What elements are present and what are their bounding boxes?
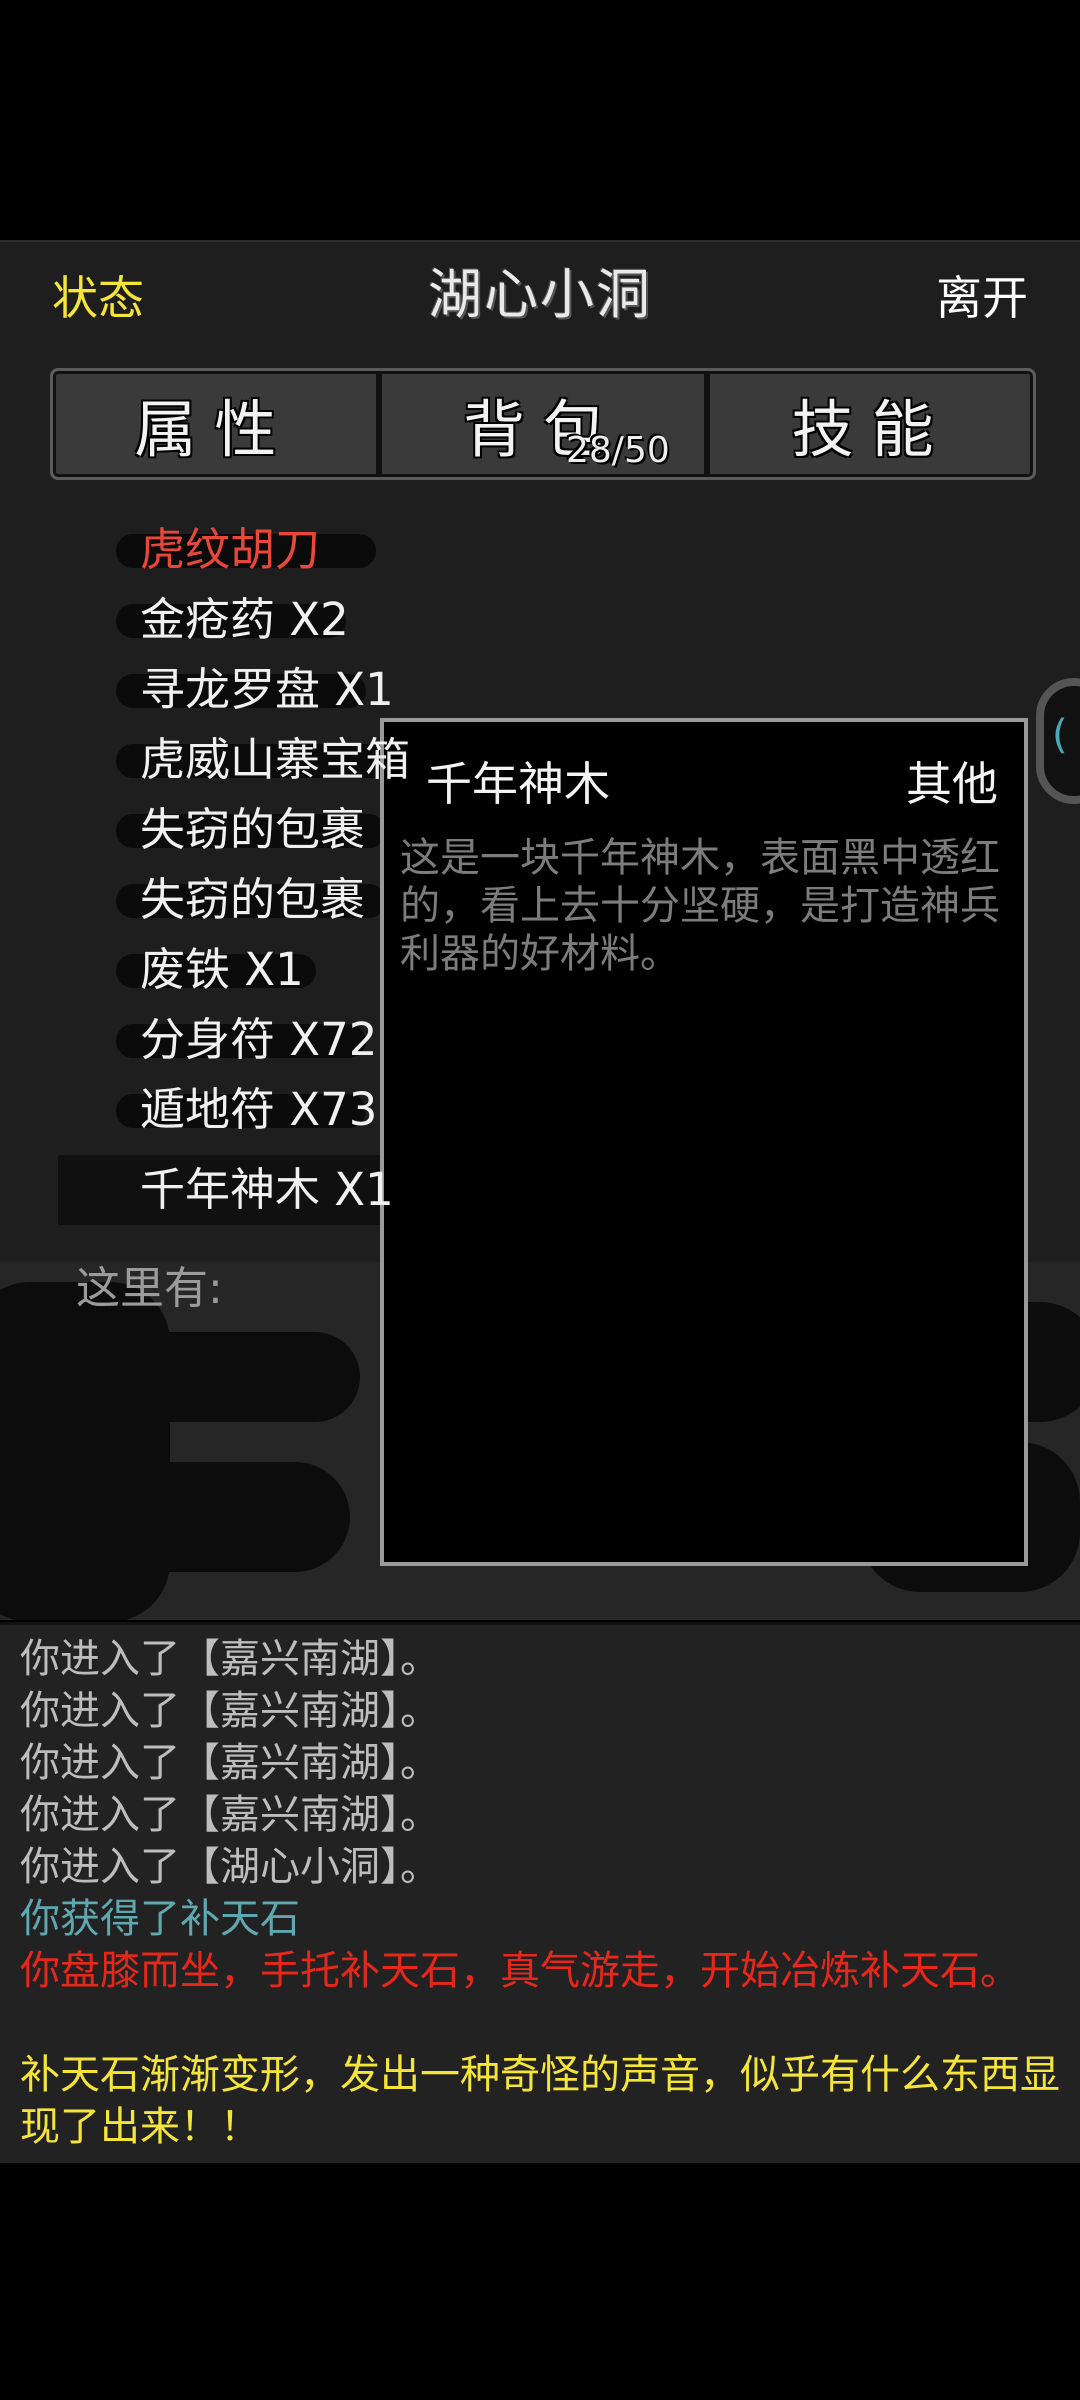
list-item[interactable]: 虎威山寨宝箱: [116, 728, 446, 792]
tab-attributes[interactable]: 属性: [53, 371, 376, 477]
log-line: 你盘膝而坐，手托补天石，真气游走，开始冶炼补天石。: [20, 1948, 1020, 1994]
item-label: 失窃的包裹: [140, 803, 366, 856]
item-label: 虎纹胡刀: [140, 523, 321, 576]
log-line: 你进入了【湖心小洞】。: [20, 1844, 440, 1890]
log-line: 补天石渐渐变形，发出一种奇怪的声音，似乎有什么东西显现了出来！！: [20, 2052, 1060, 2150]
item-label: 分身符 X72: [140, 1013, 378, 1066]
smoke-shape: [40, 1332, 360, 1422]
list-item[interactable]: 遁地符 X73: [116, 1078, 378, 1142]
item-label: 废铁 X1: [140, 943, 304, 996]
list-item[interactable]: 金疮药 X2: [116, 588, 349, 652]
list-item[interactable]: 失窃的包裹: [116, 798, 386, 862]
log-line: 你获得了补天石: [20, 1896, 300, 1942]
refresh-icon: (: [1052, 712, 1068, 758]
message-log: 你进入了【嘉兴南湖】。 你进入了【嘉兴南湖】。 你进入了【嘉兴南湖】。 你进入了…: [0, 1622, 1080, 2163]
log-line: 你进入了【嘉兴南湖】。: [20, 1792, 440, 1838]
list-item[interactable]: 分身符 X72: [116, 1008, 378, 1072]
list-item[interactable]: 寻龙罗盘 X1: [116, 658, 394, 722]
bag-capacity: 28/50: [566, 430, 670, 471]
log-line: 你进入了【嘉兴南湖】。: [20, 1636, 440, 1682]
popup-item-description: 这是一块千年神木，表面黑中透红的，看上去十分坚硬，是打造神兵利器的好材料。: [400, 835, 1000, 977]
item-label: 遁地符 X73: [140, 1083, 378, 1136]
log-line: 你进入了【嘉兴南湖】。: [20, 1740, 440, 1786]
list-item[interactable]: 失窃的包裹: [116, 868, 386, 932]
log-line: 你进入了【嘉兴南湖】。: [20, 1688, 440, 1734]
popup-item-name: 千年神木: [426, 757, 610, 811]
list-item[interactable]: 废铁 X1: [116, 938, 316, 1002]
leave-button[interactable]: 离开: [936, 262, 1028, 328]
item-label: 虎威山寨宝箱: [140, 733, 411, 786]
smoke-shape: [60, 1462, 350, 1572]
tab-bar: 属性 背包 技能: [50, 368, 1036, 480]
list-item-selected[interactable]: 千年神木 X1: [140, 1158, 394, 1222]
item-label: 失窃的包裹: [140, 873, 366, 926]
list-item[interactable]: 虎纹胡刀: [116, 518, 376, 582]
item-label: 千年神木 X1: [140, 1163, 394, 1216]
location-title: 湖心小洞: [428, 263, 652, 326]
popup-item-type: 其他: [906, 757, 998, 811]
here-label: 这里有:: [76, 1263, 223, 1314]
item-label: 金疮药 X2: [140, 593, 349, 646]
tab-skills[interactable]: 技能: [704, 371, 1033, 477]
item-label: 寻龙罗盘 X1: [140, 663, 394, 716]
